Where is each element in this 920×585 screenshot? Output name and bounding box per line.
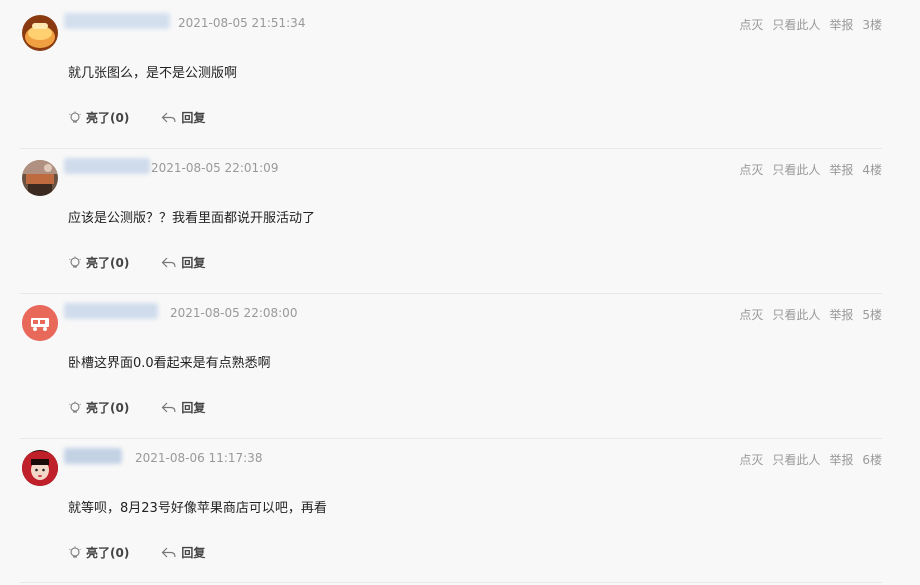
reply-button[interactable]: 回复 (161, 109, 205, 126)
comment-item: 2021-08-06 11:17:38 点灭 只看此人 举报 6楼 就等呗，8月… (0, 435, 920, 583)
comment-tools: 亮了(0) 回复 (68, 109, 237, 126)
dislike-link[interactable]: 点灭 (739, 306, 763, 323)
reply-icon (161, 402, 176, 412)
cake-avatar-icon (22, 15, 58, 51)
bulb-icon (69, 401, 81, 413)
comment-item: 2021-08-05 22:08:00 点灭 只看此人 举报 5楼 卧槽这界面0… (0, 290, 920, 439)
only-this-user-link[interactable]: 只看此人 (772, 16, 820, 33)
comment-actions: 点灭 只看此人 举报 5楼 (739, 306, 882, 323)
comment-tools: 亮了(0) 回复 (68, 544, 237, 561)
photo-avatar-icon (22, 160, 58, 196)
bulb-icon (69, 546, 81, 558)
report-link[interactable]: 举报 (829, 451, 853, 468)
reply-label: 回复 (181, 401, 206, 415)
bulb-icon (69, 111, 81, 123)
reply-label: 回复 (181, 256, 206, 270)
report-link[interactable]: 举报 (829, 16, 853, 33)
username-blurred[interactable] (64, 448, 122, 464)
reply-button[interactable]: 回复 (161, 544, 205, 561)
like-label: 亮了(0) (86, 546, 130, 560)
comment-tools: 亮了(0) 回复 (68, 254, 237, 271)
like-label: 亮了(0) (86, 111, 130, 125)
bulb-icon (69, 256, 81, 268)
reply-label: 回复 (181, 546, 206, 560)
like-label: 亮了(0) (86, 401, 130, 415)
reply-button[interactable]: 回复 (161, 399, 205, 416)
avatar[interactable] (22, 450, 58, 486)
comment-time: 2021-08-05 22:08:00 (170, 306, 298, 320)
girl-avatar-icon (22, 450, 58, 486)
report-link[interactable]: 举报 (829, 161, 853, 178)
dislike-link[interactable]: 点灭 (739, 451, 763, 468)
comment-item: 2021-08-05 22:01:09 点灭 只看此人 举报 4楼 应该是公测版… (0, 145, 920, 294)
comment-tools: 亮了(0) 回复 (68, 399, 237, 416)
comment-actions: 点灭 只看此人 举报 6楼 (739, 451, 882, 468)
only-this-user-link[interactable]: 只看此人 (772, 161, 820, 178)
username-blurred[interactable] (64, 158, 150, 174)
comment-time: 2021-08-05 22:01:09 (151, 161, 279, 175)
reply-icon (161, 112, 176, 122)
floor-number: 4楼 (862, 163, 882, 177)
comment-list: 2021-08-05 21:51:34 点灭 只看此人 举报 3楼 就几张图么，… (0, 0, 920, 585)
comment-content: 就等呗，8月23号好像苹果商店可以吧，再看 (68, 501, 327, 516)
like-button[interactable]: 亮了(0) (68, 399, 129, 416)
comment-content: 就几张图么，是不是公测版啊 (68, 66, 238, 81)
comment-content: 应该是公测版？？我看里面都说开服活动了 (68, 211, 316, 226)
like-button[interactable]: 亮了(0) (68, 254, 129, 271)
comment-time: 2021-08-06 11:17:38 (135, 451, 263, 465)
like-button[interactable]: 亮了(0) (68, 544, 129, 561)
avatar[interactable] (22, 305, 58, 341)
username-blurred[interactable] (64, 303, 158, 319)
comment-item: 2021-08-05 21:51:34 点灭 只看此人 举报 3楼 就几张图么，… (0, 0, 920, 149)
divider (20, 582, 882, 583)
avatar[interactable] (22, 160, 58, 196)
reply-label: 回复 (181, 111, 206, 125)
only-this-user-link[interactable]: 只看此人 (772, 306, 820, 323)
floor-number: 3楼 (862, 18, 882, 32)
vehicle-avatar-icon (22, 305, 58, 341)
floor-number: 5楼 (862, 308, 882, 322)
comment-actions: 点灭 只看此人 举报 4楼 (739, 161, 882, 178)
like-label: 亮了(0) (86, 256, 130, 270)
username-blurred[interactable] (64, 13, 170, 29)
like-button[interactable]: 亮了(0) (68, 109, 129, 126)
dislike-link[interactable]: 点灭 (739, 161, 763, 178)
comment-content: 卧槽这界面0.0看起来是有点熟悉啊 (68, 356, 271, 371)
reply-icon (161, 547, 176, 557)
avatar[interactable] (22, 15, 58, 51)
comment-time: 2021-08-05 21:51:34 (178, 16, 306, 30)
comment-actions: 点灭 只看此人 举报 3楼 (739, 16, 882, 33)
reply-icon (161, 257, 176, 267)
report-link[interactable]: 举报 (829, 306, 853, 323)
floor-number: 6楼 (862, 453, 882, 467)
reply-button[interactable]: 回复 (161, 254, 205, 271)
only-this-user-link[interactable]: 只看此人 (772, 451, 820, 468)
dislike-link[interactable]: 点灭 (739, 16, 763, 33)
